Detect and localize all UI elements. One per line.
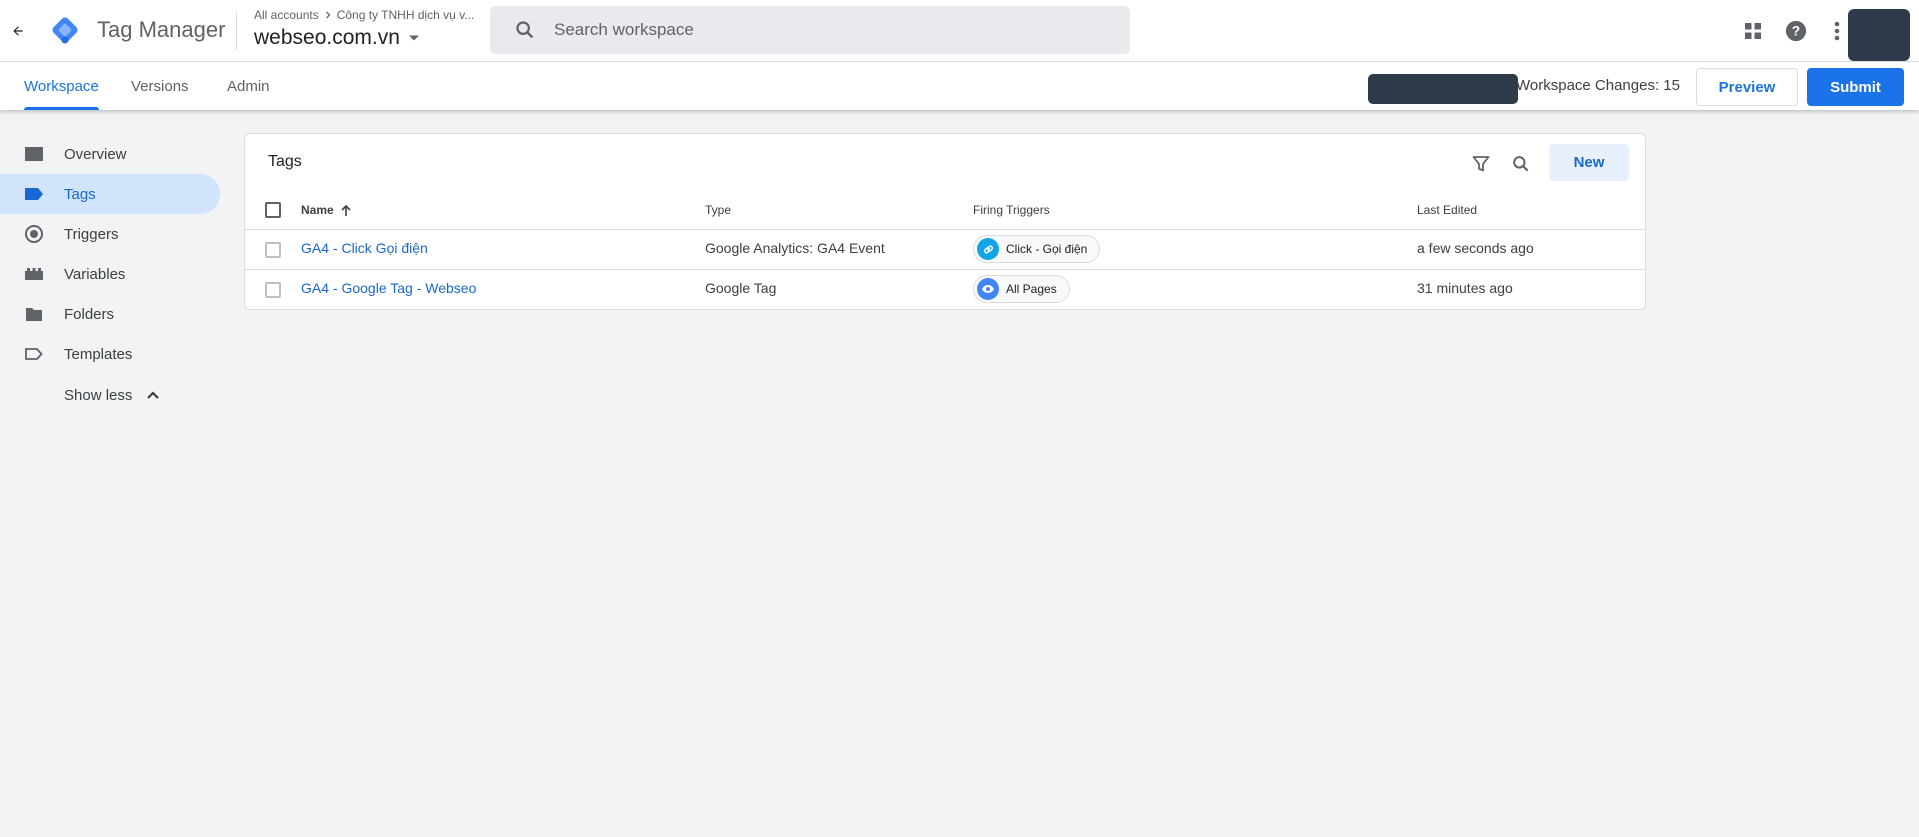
tab-admin[interactable]: Admin bbox=[227, 62, 270, 110]
tab-workspace[interactable]: Workspace bbox=[24, 62, 99, 110]
dropdown-arrow-icon bbox=[408, 35, 419, 41]
svg-text:?: ? bbox=[1792, 24, 1800, 39]
top-app-bar: Tag Manager All accounts Công ty TNHH dị… bbox=[0, 0, 1919, 62]
divider bbox=[245, 229, 1645, 230]
trigger-chip[interactable]: All Pages bbox=[973, 275, 1070, 303]
tag-manager-logo-icon[interactable] bbox=[48, 13, 82, 47]
sidebar-item-label: Overview bbox=[64, 145, 127, 163]
container-selector[interactable]: webseo.com.vn bbox=[254, 26, 420, 50]
product-name: Tag Manager bbox=[97, 17, 226, 42]
trigger-chip-label: All Pages bbox=[1006, 282, 1057, 296]
sidebar-item-variables[interactable]: Variables bbox=[0, 254, 220, 294]
last-edited: a few seconds ago bbox=[1417, 240, 1534, 256]
sidebar-item-tags[interactable]: Tags bbox=[0, 174, 220, 214]
sort-ascending-icon bbox=[341, 204, 351, 216]
apps-grid-icon[interactable] bbox=[1738, 16, 1768, 46]
sidebar-item-overview[interactable]: Overview bbox=[0, 134, 220, 174]
sidebar-item-label: Tags bbox=[64, 185, 96, 203]
divider bbox=[245, 269, 1645, 270]
submit-button[interactable]: Submit bbox=[1807, 68, 1904, 106]
tag-icon bbox=[24, 185, 44, 203]
select-all-checkbox[interactable] bbox=[265, 202, 281, 218]
tags-card: Tags New Name Type Firing Triggers Last … bbox=[244, 133, 1646, 310]
row-checkbox[interactable] bbox=[265, 282, 281, 298]
breadcrumb-account[interactable]: Công ty TNHH dịch vụ v... bbox=[337, 8, 475, 22]
avatar[interactable] bbox=[1848, 9, 1910, 61]
chevron-right-icon bbox=[325, 11, 331, 19]
column-header-name[interactable]: Name bbox=[301, 203, 352, 217]
folder-icon bbox=[24, 305, 44, 323]
trigger-chip-label: Click - Gọi điện bbox=[1006, 242, 1088, 256]
header-divider bbox=[236, 12, 237, 50]
column-header-last-edited[interactable]: Last Edited bbox=[1417, 203, 1477, 217]
column-header-firing-triggers[interactable]: Firing Triggers bbox=[973, 203, 1050, 217]
sidebar-item-label: Templates bbox=[64, 345, 133, 363]
row-checkbox[interactable] bbox=[265, 242, 281, 258]
link-icon bbox=[977, 238, 999, 260]
trigger-icon bbox=[24, 225, 44, 243]
container-name: webseo.com.vn bbox=[254, 26, 400, 49]
redacted-workspace-name[interactable] bbox=[1368, 74, 1518, 104]
search-input[interactable] bbox=[554, 20, 1114, 40]
variables-icon bbox=[24, 265, 44, 283]
show-less-toggle[interactable]: Show less bbox=[64, 384, 160, 406]
column-header-name-label: Name bbox=[301, 203, 334, 217]
overview-icon bbox=[24, 145, 44, 163]
search-icon[interactable] bbox=[1506, 149, 1536, 179]
breadcrumb[interactable]: All accounts Công ty TNHH dịch vụ v... bbox=[254, 8, 474, 22]
search-icon bbox=[516, 21, 534, 39]
tag-name-link[interactable]: GA4 - Google Tag - Webseo bbox=[301, 280, 476, 296]
column-header-type[interactable]: Type bbox=[705, 203, 731, 217]
help-icon[interactable]: ? bbox=[1781, 16, 1811, 46]
search-bar[interactable] bbox=[490, 6, 1130, 54]
sidebar-item-label: Triggers bbox=[64, 225, 119, 243]
workspace-changes-count: Workspace Changes: 15 bbox=[1516, 77, 1680, 94]
template-icon bbox=[24, 345, 44, 363]
sidebar-item-label: Variables bbox=[64, 265, 126, 283]
tab-versions[interactable]: Versions bbox=[131, 62, 189, 110]
new-tag-button[interactable]: New bbox=[1549, 144, 1629, 181]
sidebar-item-folders[interactable]: Folders bbox=[0, 294, 220, 334]
sidebar-item-templates[interactable]: Templates bbox=[0, 334, 220, 374]
tag-name-link[interactable]: GA4 - Click Gọi điện bbox=[301, 240, 428, 256]
preview-button[interactable]: Preview bbox=[1696, 68, 1798, 106]
workspace-toolbar: Workspace Versions Admin Workspace Chang… bbox=[0, 62, 1919, 110]
sidebar-item-triggers[interactable]: Triggers bbox=[0, 214, 220, 254]
tags-card-title: Tags bbox=[268, 153, 302, 170]
breadcrumb-all-accounts[interactable]: All accounts bbox=[254, 8, 319, 22]
back-arrow-icon[interactable] bbox=[4, 17, 32, 45]
trigger-chip[interactable]: Click - Gọi điện bbox=[973, 235, 1101, 263]
tag-type: Google Tag bbox=[705, 280, 777, 296]
sidebar-item-label: Folders bbox=[64, 305, 115, 323]
last-edited: 31 minutes ago bbox=[1417, 280, 1513, 296]
chevron-up-icon bbox=[147, 391, 160, 399]
show-less-label: Show less bbox=[64, 386, 133, 404]
filter-icon[interactable] bbox=[1466, 149, 1496, 179]
tag-type: Google Analytics: GA4 Event bbox=[705, 240, 885, 256]
eye-icon bbox=[977, 278, 999, 300]
